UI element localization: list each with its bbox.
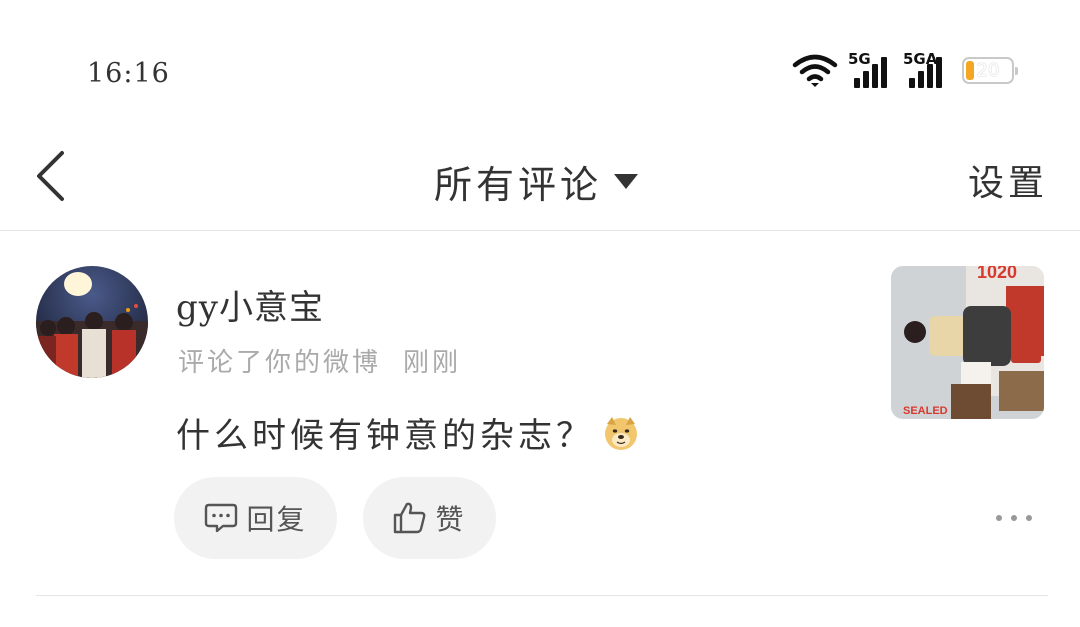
signal-bars-icon: [909, 57, 942, 88]
status-bar: 16:16 5G 5GA 20: [0, 0, 1080, 120]
caret-down-icon: [614, 174, 639, 189]
more-horizontal-icon[interactable]: [996, 506, 1032, 530]
wifi-icon: [792, 54, 838, 87]
battery-level: 20: [976, 60, 1000, 81]
chevron-left-icon[interactable]: [30, 150, 74, 202]
settings-button[interactable]: 设置: [968, 154, 1048, 206]
svg-text:SEALED: SEALED: [903, 405, 948, 417]
page-title: 所有评论: [434, 163, 603, 207]
reply-label: 回复: [246, 503, 307, 536]
comment-username[interactable]: gy小意宝: [176, 280, 324, 329]
comment-bubble-icon: [205, 503, 238, 533]
thumbs-up-icon: [394, 502, 426, 534]
nav-bar: 所有评论 设置: [0, 122, 1080, 231]
comment-timestamp: 刚刚: [403, 348, 462, 378]
comment-content: 什么时候有钟意的杂志？: [176, 408, 640, 457]
svg-text:1020: 1020: [977, 266, 1017, 282]
weibo-thumbnail[interactable]: 1020 SEALED: [891, 266, 1044, 419]
comment-action: 评论了你的微博: [178, 348, 382, 378]
battery-icon: 20: [962, 57, 1018, 84]
doge-emoji-icon: [605, 416, 637, 450]
like-label: 赞: [435, 503, 466, 536]
avatar[interactable]: [36, 266, 148, 378]
status-time: 16:16: [87, 58, 170, 89]
signal-bars-icon: [854, 57, 887, 88]
filter-dropdown[interactable]: 所有评论: [434, 154, 639, 209]
signal-5g: 5G: [848, 50, 894, 88]
signal-5ga: 5GA: [903, 50, 949, 88]
divider: [36, 595, 1048, 596]
comment-text: 什么时候有钟意的杂志？: [176, 416, 594, 456]
reply-button[interactable]: 回复: [174, 477, 337, 559]
comment-meta: 评论了你的微博 刚刚: [178, 342, 461, 379]
like-button[interactable]: 赞: [363, 477, 496, 559]
